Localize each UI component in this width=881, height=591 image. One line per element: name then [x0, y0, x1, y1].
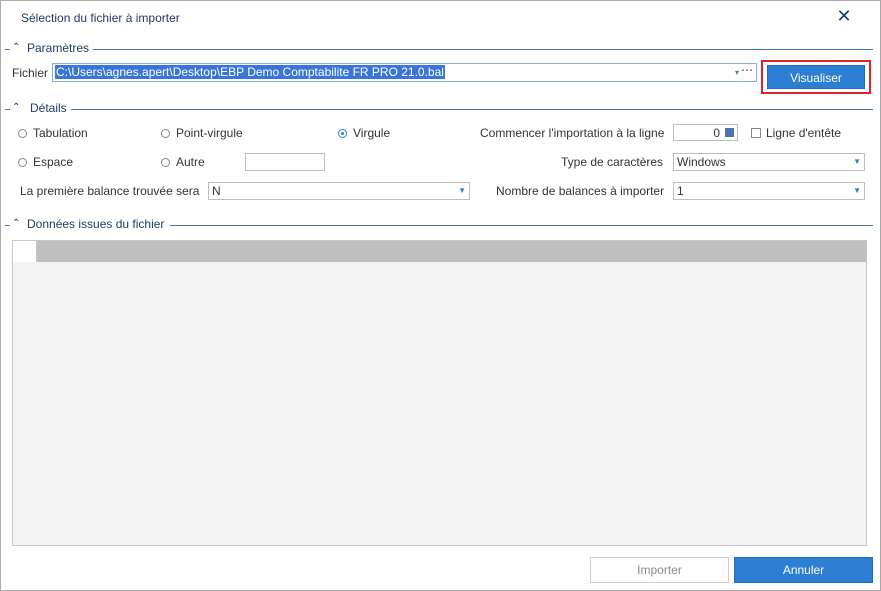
- group-line-left: [5, 49, 10, 50]
- group-donnees-header[interactable]: ⌃ Données issues du fichier: [1, 217, 880, 232]
- chevron-down-icon[interactable]: ▼: [458, 183, 466, 199]
- browse-ellipsis-icon[interactable]: ⋯: [741, 62, 753, 79]
- radio-autre[interactable]: [161, 158, 170, 167]
- start-line-stepper[interactable]: 0: [673, 124, 738, 141]
- file-label: Fichier: [12, 66, 49, 80]
- group-line-right: [170, 225, 873, 226]
- radio-point-virgule-label[interactable]: Point-virgule: [176, 126, 243, 140]
- visualiser-button[interactable]: Visualiser: [767, 65, 865, 89]
- cancel-button[interactable]: Annuler: [734, 557, 873, 583]
- group-line-left: [5, 109, 10, 110]
- charset-select[interactable]: Windows ▼: [673, 153, 865, 171]
- collapse-caret-icon[interactable]: ⌃: [12, 102, 20, 113]
- header-line-label[interactable]: Ligne d'entête: [766, 126, 841, 140]
- group-line-right: [71, 109, 873, 110]
- radio-tabulation[interactable]: [18, 129, 27, 138]
- file-path-combo[interactable]: C:\Users\agnes.apert\Desktop\EBP Demo Co…: [52, 63, 757, 82]
- calculator-icon[interactable]: [725, 128, 734, 137]
- balance-count-label: Nombre de balances à importer: [496, 184, 665, 198]
- autre-separator-input[interactable]: [245, 153, 325, 171]
- start-line-value[interactable]: 0: [713, 126, 720, 140]
- chevron-down-icon[interactable]: ▼: [853, 183, 861, 199]
- charset-value[interactable]: Windows: [677, 155, 726, 169]
- radio-espace[interactable]: [18, 158, 27, 167]
- import-button[interactable]: Importer: [590, 557, 729, 583]
- radio-tabulation-label[interactable]: Tabulation: [33, 126, 88, 140]
- radio-virgule[interactable]: [338, 129, 347, 138]
- group-details-label: Détails: [30, 101, 67, 115]
- chevron-down-icon[interactable]: ▼: [853, 154, 861, 170]
- group-details-header[interactable]: ⌃ Détails: [1, 101, 880, 116]
- collapse-caret-icon[interactable]: ⌃: [12, 42, 20, 53]
- visualiser-highlight: Visualiser: [761, 60, 871, 94]
- grid-header-row: [13, 241, 866, 262]
- file-path-value[interactable]: C:\Users\agnes.apert\Desktop\EBP Demo Co…: [55, 65, 445, 79]
- first-balance-label: La première balance trouvée sera: [20, 184, 200, 198]
- chevron-down-icon[interactable]: ▾: [735, 64, 739, 81]
- grid-corner-cell[interactable]: [13, 241, 37, 262]
- group-parametres-label: Paramètres: [27, 41, 90, 55]
- radio-point-virgule[interactable]: [161, 129, 170, 138]
- radio-autre-label[interactable]: Autre: [176, 155, 205, 169]
- group-parametres-header[interactable]: ⌃ Paramètres: [1, 41, 880, 56]
- import-file-dialog: Sélection du fichier à importer ✕ ⌃ Para…: [0, 0, 881, 591]
- group-donnees-label: Données issues du fichier: [27, 217, 165, 231]
- group-line-left: [5, 225, 10, 226]
- dialog-title: Sélection du fichier à importer: [21, 11, 180, 25]
- radio-virgule-label[interactable]: Virgule: [353, 126, 390, 140]
- first-balance-value[interactable]: N: [212, 184, 221, 198]
- radio-espace-label[interactable]: Espace: [33, 155, 73, 169]
- close-icon[interactable]: ✕: [835, 7, 853, 25]
- group-line-right: [93, 49, 873, 50]
- balance-count-select[interactable]: 1 ▼: [673, 182, 865, 200]
- collapse-caret-icon[interactable]: ⌃: [12, 218, 20, 229]
- charset-label: Type de caractères: [561, 155, 664, 169]
- start-line-label: Commencer l'importation à la ligne: [480, 126, 665, 140]
- balance-count-value[interactable]: 1: [677, 184, 684, 198]
- file-data-grid[interactable]: [12, 240, 867, 546]
- header-line-checkbox[interactable]: [751, 128, 761, 138]
- first-balance-select[interactable]: N ▼: [208, 182, 470, 200]
